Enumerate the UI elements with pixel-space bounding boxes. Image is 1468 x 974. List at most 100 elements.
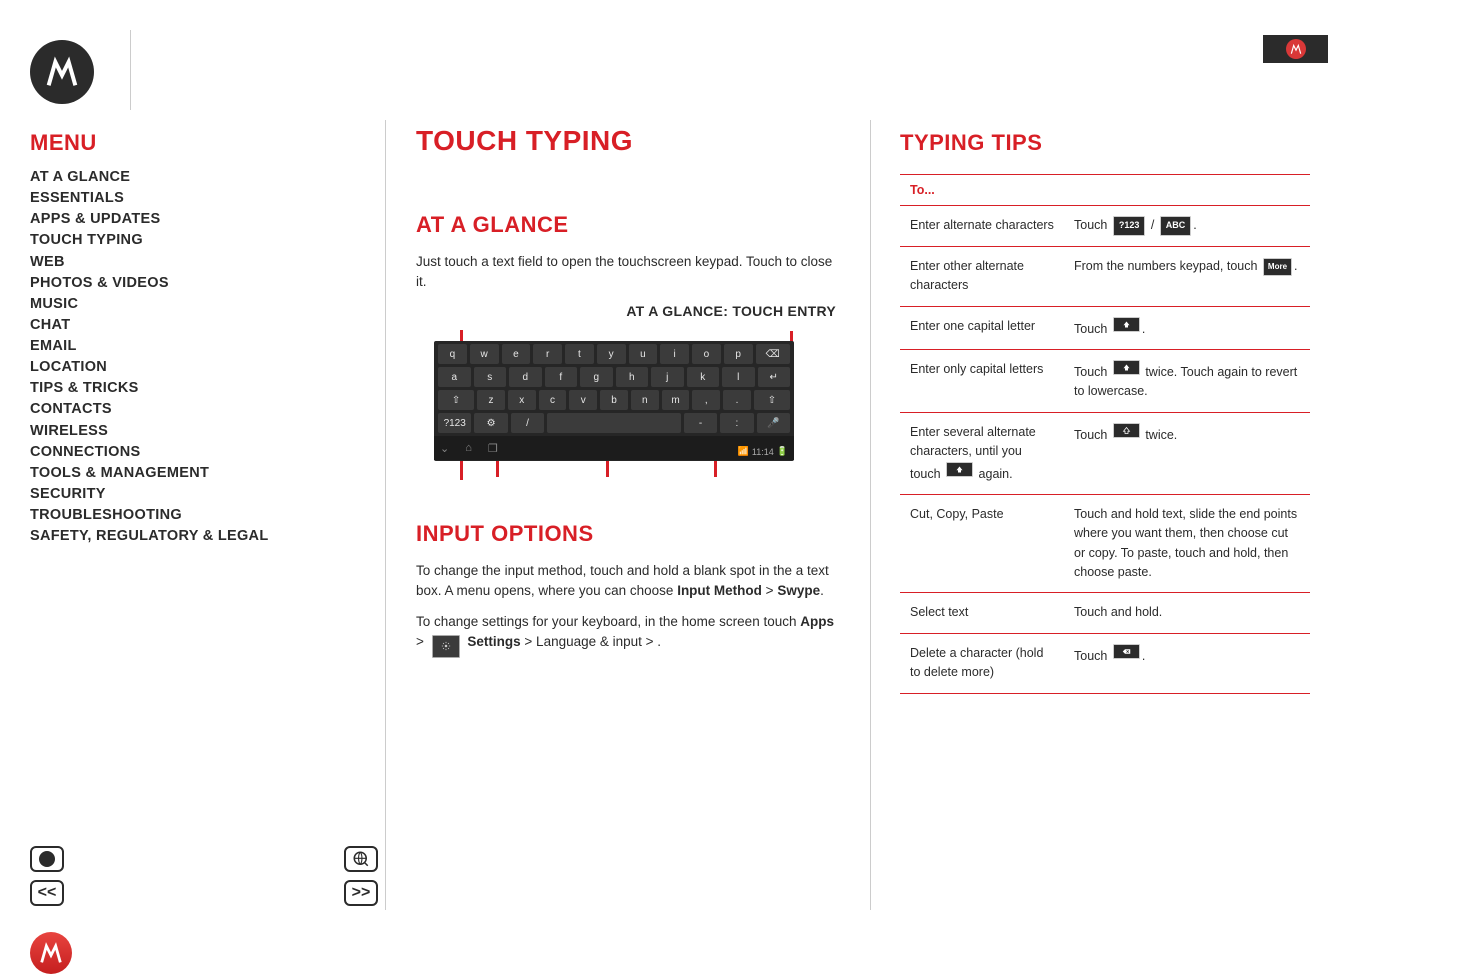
menu-item[interactable]: TROUBLESHOOTING [30, 506, 350, 524]
section-body: Just touch a text field to open the touc… [416, 252, 836, 291]
keyboard-key[interactable]: z [477, 390, 505, 410]
menu-item[interactable]: MUSIC [30, 295, 350, 313]
keyboard-key[interactable]: ⚙ [474, 413, 507, 433]
keyboard-key[interactable]: q [438, 344, 467, 364]
section-body: To change settings for your keyboard, in… [416, 612, 836, 658]
keyboard-key[interactable]: a [438, 367, 471, 387]
menu-item[interactable]: AT A GLANCE [30, 168, 350, 186]
status-bar: 📶 11:14 🔋 [738, 446, 788, 457]
menu-item[interactable]: WEB [30, 253, 350, 271]
keyboard-key[interactable]: h [616, 367, 649, 387]
keyboard-key[interactable]: v [569, 390, 597, 410]
main-content: TOUCH TYPING AT A GLANCE Just touch a te… [416, 125, 836, 670]
menu-item[interactable]: WIRELESS [30, 422, 350, 440]
up-filled-icon [1113, 317, 1140, 332]
bksp-icon [1113, 644, 1140, 659]
table-cell: Enter one capital letter [900, 306, 1064, 349]
keyboard-key[interactable]: g [580, 367, 613, 387]
keyboard-key[interactable]: y [597, 344, 626, 364]
keyboard-key[interactable]: t [565, 344, 594, 364]
back-icon: ⌄ [440, 442, 449, 455]
table-row: Enter alternate charactersTouch ?123 / A… [900, 206, 1310, 247]
recent-icon: ❐ [488, 442, 498, 455]
keyboard-key[interactable]: u [629, 344, 658, 364]
globe-button[interactable] [344, 846, 378, 872]
keyboard-key[interactable]: : [720, 413, 753, 433]
table-cell: Touch . [1064, 306, 1310, 349]
table-cell: Enter several alternate characters, unti… [900, 412, 1064, 494]
keyboard-key[interactable]: c [539, 390, 567, 410]
menu-item[interactable]: TOOLS & MANAGEMENT [30, 464, 350, 482]
keyboard-key[interactable]: l [722, 367, 755, 387]
keyboard-key[interactable]: 🎤 [757, 413, 790, 433]
menu-items: AT A GLANCE ESSENTIALS APPS & UPDATES TOUCH… [30, 168, 350, 545]
table-row: Enter one capital letterTouch . [900, 306, 1310, 349]
keyboard-key[interactable]: o [692, 344, 721, 364]
menu-item[interactable]: PHOTOS & VIDEOS [30, 274, 350, 292]
page-title: TOUCH TYPING [416, 125, 836, 157]
keyboard-key[interactable]: d [509, 367, 542, 387]
figure-caption: AT A GLANCE: TOUCH ENTRY [416, 303, 836, 319]
header-brand-strip [1263, 35, 1328, 63]
keyboard-key[interactable]: ?123 [438, 413, 471, 433]
keyboard-key[interactable]: e [502, 344, 531, 364]
keyboard-key[interactable]: ⌫ [756, 344, 791, 364]
table-cell: Touch . [1064, 633, 1310, 693]
keyboard-key[interactable]: r [533, 344, 562, 364]
keyboard-key[interactable]: ⇧ [754, 390, 790, 410]
motorola-logo [30, 40, 94, 104]
keyboard-key[interactable]: m [662, 390, 690, 410]
keyboard-key[interactable]: b [600, 390, 628, 410]
table-header [1064, 175, 1310, 206]
table-row: Enter other alternate charactersFrom the… [900, 246, 1310, 306]
table-cell: Cut, Copy, Paste [900, 494, 1064, 593]
menu-item[interactable]: APPS & UPDATES [30, 210, 350, 228]
keyboard-key[interactable]: f [545, 367, 578, 387]
keyboard-key[interactable]: w [470, 344, 499, 364]
table-cell: Enter only capital letters [900, 350, 1064, 413]
menu-item[interactable]: CONTACTS [30, 400, 350, 418]
keyboard-key[interactable]: n [631, 390, 659, 410]
menu-item[interactable]: ESSENTIALS [30, 189, 350, 207]
keyboard-key[interactable]: - [684, 413, 717, 433]
home-icon: ⌂ [465, 442, 472, 454]
menu-item[interactable]: TOUCH TYPING [30, 231, 350, 249]
keyboard-key[interactable]: x [508, 390, 536, 410]
menu-item[interactable]: LOCATION [30, 358, 350, 376]
prev-page-button[interactable]: << [30, 880, 64, 906]
divider [130, 30, 131, 110]
divider [870, 120, 871, 910]
next-page-button[interactable]: >> [344, 880, 378, 906]
keyboard-key[interactable]: ↵ [758, 367, 791, 387]
tips-table: To... Enter alternate charactersTouch ?1… [900, 174, 1310, 694]
keyboard-key[interactable]: ⇧ [438, 390, 474, 410]
menu-item[interactable]: SECURITY [30, 485, 350, 503]
menu-item[interactable]: CONNECTIONS [30, 443, 350, 461]
table-cell: Touch and hold. [1064, 593, 1310, 633]
keyboard-key[interactable]: s [474, 367, 507, 387]
up-filled-icon [946, 462, 973, 477]
keyboard-key[interactable]: / [511, 413, 544, 433]
menu-item[interactable]: CHAT [30, 316, 350, 334]
table-row: Select textTouch and hold. [900, 593, 1310, 633]
keyboard-key[interactable] [547, 413, 681, 433]
table-cell: Delete a character (hold to delete more) [900, 633, 1064, 693]
table-cell: Touch and hold text, slide the end point… [1064, 494, 1310, 593]
menu-item[interactable]: SAFETY, REGULATORY & LEGAL [30, 527, 350, 545]
motorola-icon [1286, 39, 1306, 59]
keyboard-key[interactable]: j [651, 367, 684, 387]
table-row: Enter only capital lettersTouch twice. T… [900, 350, 1310, 413]
keyboard-key[interactable]: . [723, 390, 751, 410]
table-cell: Touch twice. [1064, 412, 1310, 494]
menu-item[interactable]: TIPS & TRICKS [30, 379, 350, 397]
table-cell: Enter other alternate characters [900, 246, 1064, 306]
keyboard-key[interactable]: i [660, 344, 689, 364]
home-button[interactable] [30, 846, 64, 872]
table-cell: Touch ?123 / ABC. [1064, 206, 1310, 247]
keyboard-key[interactable]: p [724, 344, 753, 364]
keyboard-figure: qwertyuiop⌫ asdfghjkl↵ ⇧zxcvbnm,.⇧ ?123⚙… [416, 341, 811, 481]
panel-title: TYPING TIPS [900, 130, 1330, 156]
keyboard-key[interactable]: , [692, 390, 720, 410]
menu-item[interactable]: EMAIL [30, 337, 350, 355]
keyboard-key[interactable]: k [687, 367, 720, 387]
